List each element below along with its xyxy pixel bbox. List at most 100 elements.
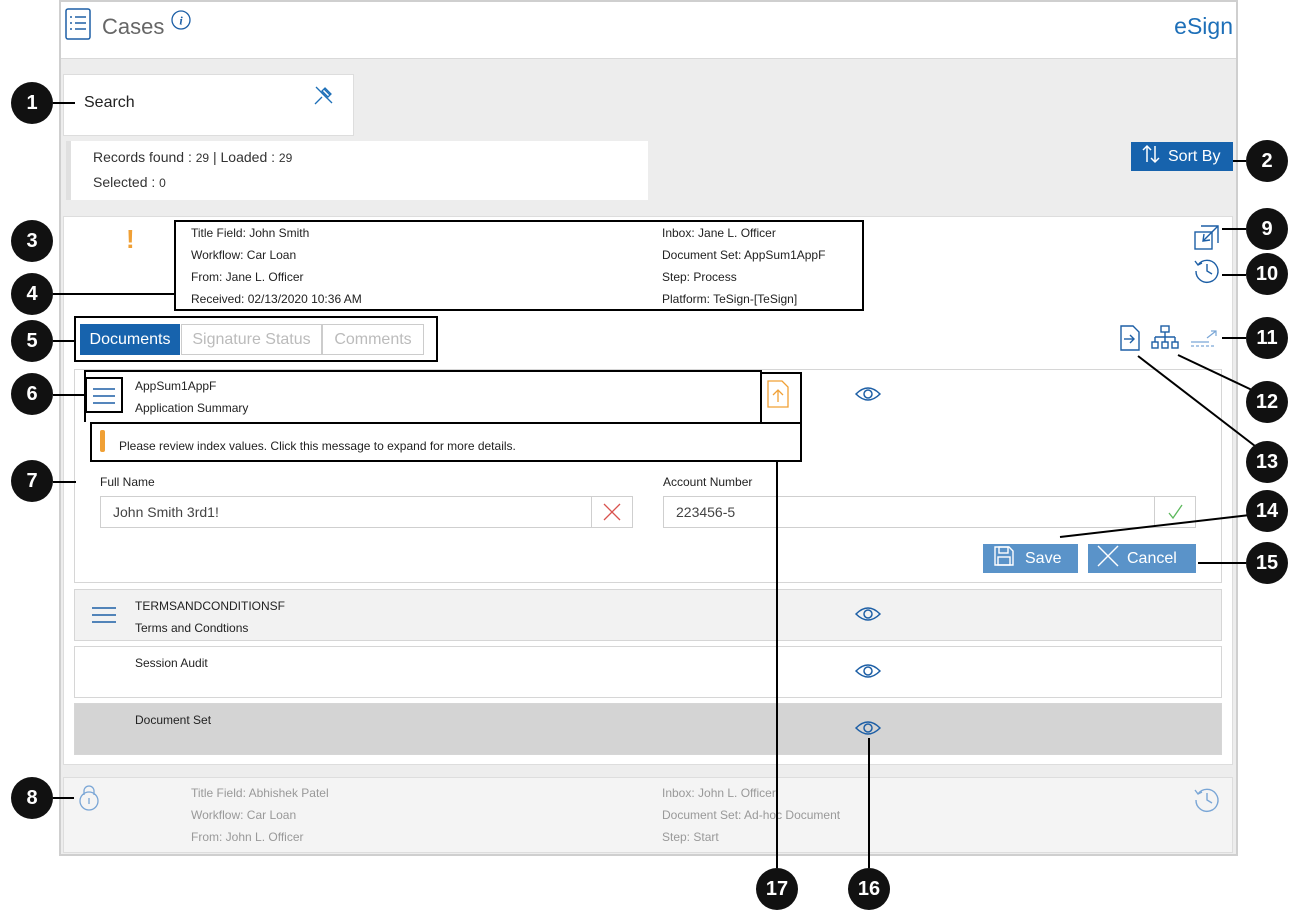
brand-label: eSign bbox=[1174, 13, 1233, 39]
cancel-icon bbox=[1097, 545, 1119, 572]
error-x-icon bbox=[603, 503, 621, 521]
platform: Platform: TeSign-[TeSign] bbox=[662, 292, 798, 306]
open-external-icon[interactable] bbox=[1193, 224, 1221, 257]
callout-15: 15 bbox=[1246, 542, 1288, 584]
selected-line: Selected : 0 bbox=[93, 174, 166, 190]
callout-13: 13 bbox=[1246, 441, 1288, 483]
valid-indicator bbox=[1154, 496, 1196, 528]
hamburger-icon bbox=[93, 388, 115, 404]
pin-icon[interactable] bbox=[312, 83, 336, 112]
account-number-input[interactable]: 223456-5 bbox=[663, 496, 1155, 528]
full-name-value: John Smith 3rd1! bbox=[113, 504, 219, 520]
check-icon bbox=[1168, 504, 1183, 520]
document-set: Document Set: AppSum1AppF bbox=[662, 248, 826, 262]
sort-by-label: Sort By bbox=[1168, 147, 1221, 165]
workflow: Workflow: Car Loan bbox=[191, 808, 297, 822]
title-field: Title Field: Abhishek Patel bbox=[191, 786, 329, 800]
document-name: Terms and Condtions bbox=[135, 621, 249, 635]
tab-documents-label: Documents bbox=[89, 330, 171, 348]
review-message: Please review index values. Click this m… bbox=[119, 439, 516, 453]
title-field: Title Field: John Smith bbox=[191, 226, 310, 240]
callout-17: 17 bbox=[756, 868, 798, 910]
lock-icon bbox=[78, 784, 100, 817]
callout-12: 12 bbox=[1246, 381, 1288, 423]
search-label: Search bbox=[84, 94, 135, 111]
received: Received: 02/13/2020 10:36 AM bbox=[191, 292, 362, 306]
tab-comments[interactable]: Comments bbox=[322, 324, 424, 355]
callout-9: 9 bbox=[1246, 208, 1288, 250]
callout-10: 10 bbox=[1246, 253, 1288, 295]
callout-11: 11 bbox=[1246, 317, 1288, 359]
view-icon[interactable] bbox=[854, 385, 882, 408]
records-value: 29 bbox=[195, 151, 210, 165]
callout-6: 6 bbox=[11, 373, 53, 415]
from: From: John L. Officer bbox=[191, 830, 304, 844]
document-row-selected[interactable] bbox=[74, 703, 1222, 755]
list-icon[interactable] bbox=[65, 8, 91, 45]
selected-value: 0 bbox=[159, 176, 166, 190]
stats-panel: Records found : 29 | Loaded : 29 Selecte… bbox=[66, 141, 648, 200]
menu-icon-box[interactable] bbox=[85, 377, 123, 413]
selected-label: Selected : bbox=[93, 174, 160, 190]
message-box[interactable]: Please review index values. Click this m… bbox=[90, 422, 802, 462]
message-indicator bbox=[100, 430, 105, 452]
history-icon[interactable] bbox=[1193, 786, 1221, 819]
full-name-label: Full Name bbox=[100, 475, 155, 489]
view-icon[interactable] bbox=[854, 605, 882, 628]
sort-by-button[interactable]: Sort By bbox=[1131, 142, 1233, 171]
document-set: Document Set: Ad-hoc Document bbox=[662, 808, 841, 822]
workflow: Workflow: Car Loan bbox=[191, 248, 297, 262]
clear-button[interactable] bbox=[591, 496, 633, 528]
step: Step: Process bbox=[662, 270, 737, 284]
inbox: Inbox: John L. Officer bbox=[662, 786, 776, 800]
document-code: AppSum1AppF bbox=[135, 379, 217, 393]
callout-8: 8 bbox=[11, 777, 53, 819]
view-icon[interactable] bbox=[854, 719, 882, 742]
document-row[interactable] bbox=[74, 646, 1222, 698]
step: Step: Start bbox=[662, 830, 719, 844]
callout-2: 2 bbox=[1246, 140, 1288, 182]
search-panel[interactable]: Search bbox=[63, 74, 354, 136]
callout-14: 14 bbox=[1246, 490, 1288, 532]
callout-1: 1 bbox=[11, 82, 53, 124]
page-title: Cases bbox=[102, 14, 165, 39]
info-icon[interactable]: i bbox=[171, 10, 191, 35]
svg-text:i: i bbox=[179, 14, 183, 28]
document-name: Application Summary bbox=[135, 401, 249, 415]
app-header: Cases i eSign bbox=[61, 2, 1236, 59]
records-label: Records found : bbox=[93, 149, 196, 165]
records-line: Records found : 29 | Loaded : 29 bbox=[93, 149, 292, 165]
document-code: TERMSANDCONDITIONSF bbox=[135, 599, 285, 613]
view-icon[interactable] bbox=[854, 662, 882, 685]
tab-comments-label: Comments bbox=[334, 330, 412, 348]
tab-documents[interactable]: Documents bbox=[80, 324, 180, 355]
document-name: Session Audit bbox=[135, 656, 208, 670]
document-name: Document Set bbox=[135, 713, 212, 727]
callout-16: 16 bbox=[848, 868, 890, 910]
save-label: Save bbox=[1025, 549, 1062, 567]
inbox: Inbox: Jane L. Officer bbox=[662, 226, 776, 240]
full-name-input[interactable]: John Smith 3rd1! bbox=[100, 496, 592, 528]
alert-icon: ! bbox=[126, 224, 135, 254]
hamburger-icon[interactable] bbox=[90, 604, 118, 631]
cancel-button[interactable]: Cancel bbox=[1088, 544, 1196, 573]
account-number-value: 223456-5 bbox=[676, 504, 736, 520]
account-number-label: Account Number bbox=[663, 475, 753, 489]
save-icon bbox=[993, 545, 1015, 572]
callout-4: 4 bbox=[11, 273, 53, 315]
save-button[interactable]: Save bbox=[983, 544, 1078, 573]
cancel-label: Cancel bbox=[1127, 549, 1177, 567]
callout-7: 7 bbox=[11, 460, 53, 502]
tab-signature-status-label: Signature Status bbox=[192, 330, 311, 348]
tab-signature-status[interactable]: Signature Status bbox=[181, 324, 322, 355]
workflow-tree-icon[interactable] bbox=[1151, 325, 1179, 356]
from: From: Jane L. Officer bbox=[191, 270, 304, 284]
loaded-label: | Loaded : bbox=[209, 149, 279, 165]
sort-icon bbox=[1142, 144, 1160, 169]
route-icon[interactable] bbox=[1119, 324, 1141, 357]
delegate-icon[interactable] bbox=[1189, 328, 1219, 353]
upload-icon[interactable] bbox=[767, 380, 789, 413]
history-icon[interactable] bbox=[1193, 257, 1221, 290]
loaded-value: 29 bbox=[278, 151, 293, 165]
callout-3: 3 bbox=[11, 220, 53, 262]
